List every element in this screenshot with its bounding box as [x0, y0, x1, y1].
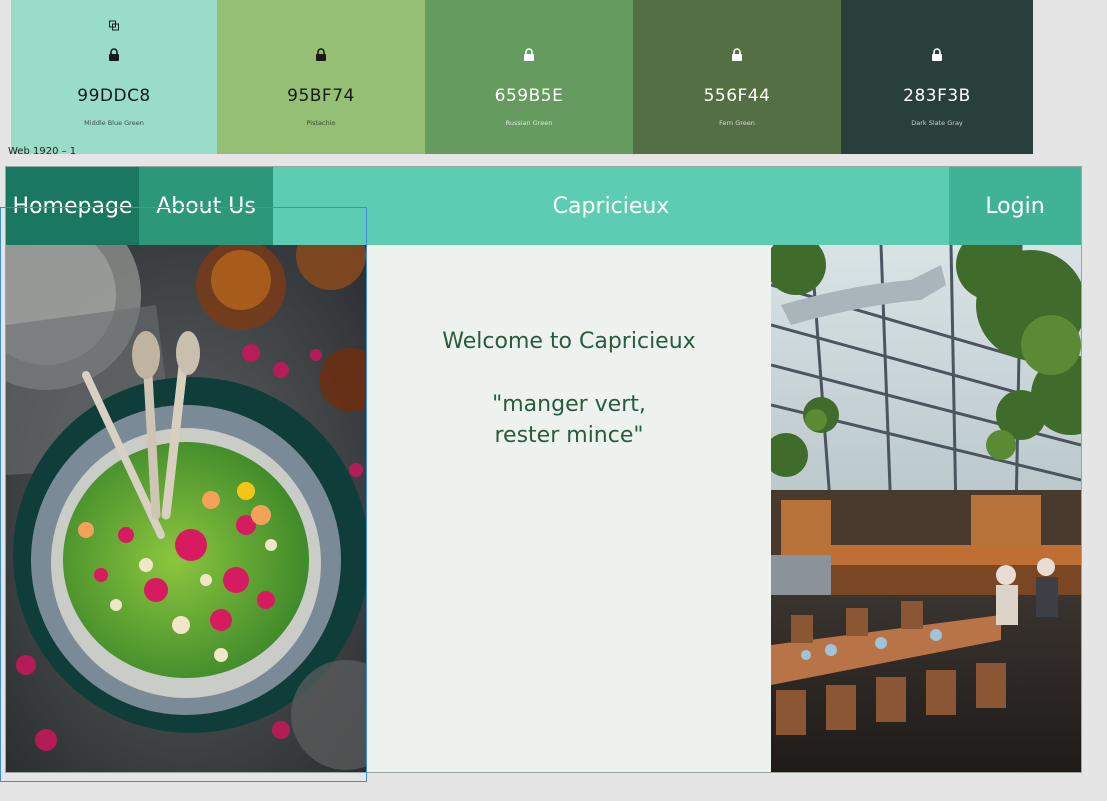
swatch-name: Fern Green	[719, 119, 755, 127]
salad-bowl-photo	[6, 245, 367, 772]
color-swatch[interactable]: 556F44 Fern Green	[633, 0, 841, 154]
site-title: Capricieux	[552, 193, 670, 219]
greenhouse-restaurant-photo	[771, 245, 1081, 772]
swatch-name: Pistachio	[306, 119, 336, 127]
lock-icon[interactable]	[731, 48, 743, 62]
swatch-name: Dark Slate Gray	[911, 119, 963, 127]
welcome-heading: Welcome to Capricieux	[442, 329, 696, 354]
swatch-hex[interactable]: 99DDC8	[11, 86, 217, 106]
color-swatch[interactable]: 95BF74 Pistachio	[217, 0, 425, 154]
navbar: Homepage About Us Capricieux Login	[6, 167, 1081, 245]
lock-icon[interactable]	[523, 48, 535, 62]
swatch-hex[interactable]: 659B5E	[425, 86, 633, 106]
color-swatch[interactable]: 659B5E Russian Green	[425, 0, 633, 154]
motto-text: "manger vert, rester mince"	[367, 389, 771, 451]
motto-line-2: rester mince"	[494, 423, 644, 448]
lock-icon[interactable]	[315, 48, 327, 62]
color-swatch[interactable]: 283F3B Dark Slate Gray	[841, 0, 1033, 154]
color-swatch[interactable]: 99DDC8 Middle Blue Green	[11, 0, 217, 154]
nav-homepage-button[interactable]: Homepage	[6, 167, 139, 245]
swatch-hex[interactable]: 95BF74	[217, 86, 425, 106]
lock-icon[interactable]	[108, 48, 120, 62]
motto-line-1: "manger vert,	[492, 392, 646, 417]
nav-about-button[interactable]: About Us	[139, 167, 273, 245]
color-palette: 99DDC8 Middle Blue Green 95BF74 Pistachio 65…	[11, 0, 1033, 154]
login-button[interactable]: Login	[949, 167, 1081, 245]
swatch-name: Middle Blue Green	[84, 119, 144, 127]
swatch-hex[interactable]: 283F3B	[841, 86, 1033, 106]
swatch-name: Russian Green	[505, 119, 553, 127]
hero-text-block: Welcome to Capricieux "manger vert, rest…	[367, 245, 771, 772]
copy-icon[interactable]	[109, 20, 120, 31]
web-frame: Homepage About Us Capricieux Login Welco…	[5, 166, 1082, 773]
frame-label: Web 1920 – 1	[8, 146, 77, 157]
lock-icon[interactable]	[931, 48, 943, 62]
swatch-hex[interactable]: 556F44	[633, 86, 841, 106]
